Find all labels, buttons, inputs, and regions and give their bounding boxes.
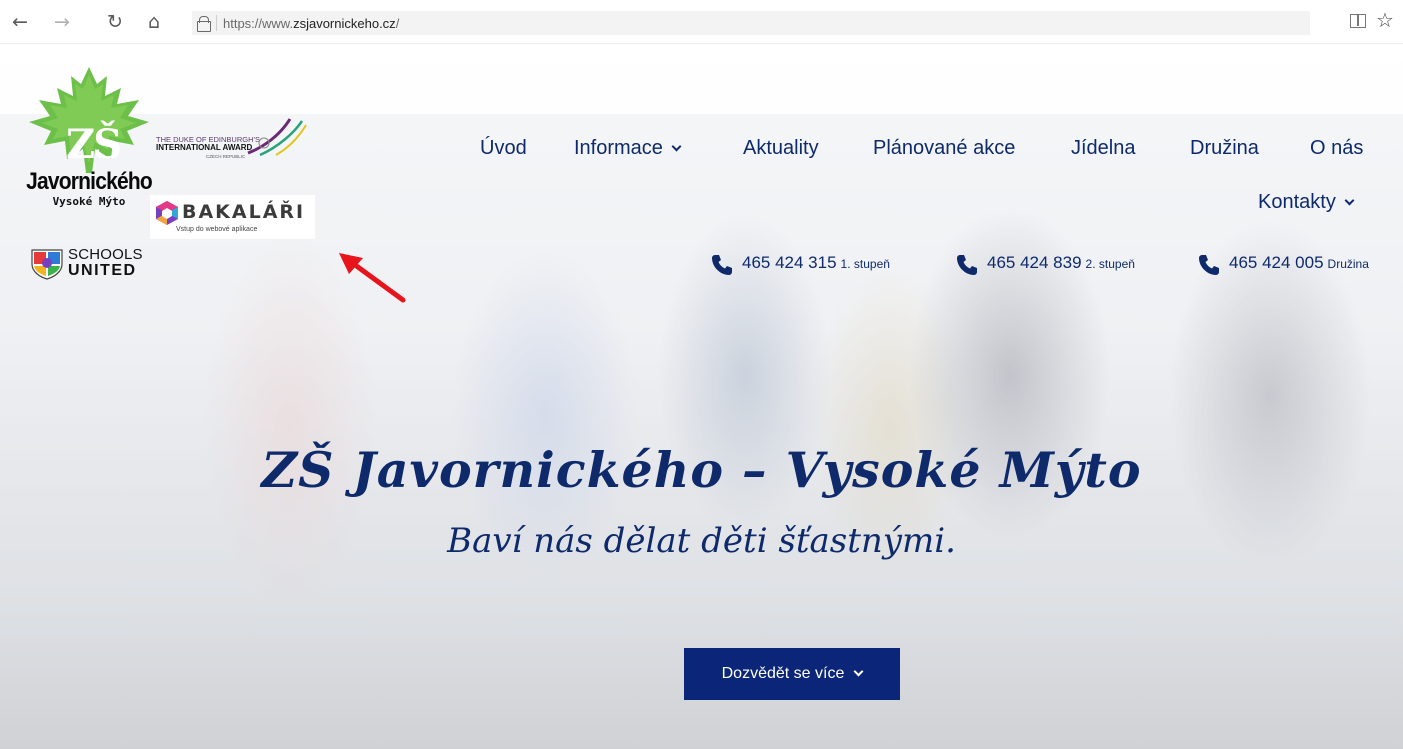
phone-contact-2[interactable]: 465 424 839 2. stupeň	[955, 253, 1135, 277]
chevron-down-icon	[671, 141, 682, 152]
lock-icon	[192, 11, 214, 35]
nav-planovane-akce[interactable]: Plánované akce	[873, 136, 1015, 160]
address-bar[interactable]: https://www.zsjavornickeho.cz/	[192, 11, 1310, 35]
phone-contact-3[interactable]: 465 424 005 Družina	[1197, 253, 1369, 277]
url-host: zsjavornickeho.cz	[293, 15, 396, 31]
address-divider	[216, 15, 217, 31]
nav-o-nas[interactable]: O nás	[1310, 136, 1363, 160]
phone-number: 465 424 005	[1229, 253, 1324, 272]
hero-title: ZŠ Javornického – Vysoké Mýto	[261, 441, 1142, 499]
learn-more-label: Dozvědět se více	[721, 665, 845, 682]
bakalari-name: BAKALÁŘI	[182, 201, 306, 223]
nav-uvod[interactable]: Úvod	[480, 136, 527, 160]
nav-informace-label: Informace	[574, 137, 663, 159]
nav-kontakty[interactable]: Kontakty	[1258, 190, 1355, 214]
bakalari-hexagon-icon	[156, 201, 178, 225]
url-suffix: /	[395, 15, 400, 31]
forward-icon[interactable]: →	[50, 10, 74, 34]
phone-label: 2. stupeň	[1085, 257, 1135, 271]
annotation-arrow-icon	[339, 253, 406, 303]
logo-initials: ZŠ	[66, 121, 122, 168]
phone-number: 465 424 839	[987, 253, 1082, 272]
bakalari-logo-link[interactable]: BAKALÁŘI Vstup do webové aplikace	[150, 195, 315, 239]
header-fade	[0, 44, 1403, 114]
duke-line-2: INTERNATIONAL AWARD	[156, 143, 253, 152]
url-prefix: https://www.	[223, 15, 294, 31]
learn-more-button[interactable]: Dozvědět se více	[684, 648, 900, 700]
reading-view-icon[interactable]	[1350, 14, 1366, 28]
phone-icon	[957, 255, 977, 275]
nav-jidelna[interactable]: Jídelna	[1071, 136, 1136, 160]
phone-icon	[712, 255, 732, 275]
duke-of-edinburgh-logo[interactable]: THE DUKE OF EDINBURGH'S INTERNATIONAL AW…	[156, 117, 316, 159]
favorite-star-icon[interactable]: ☆	[1376, 8, 1394, 32]
browser-toolbar: ← → ↻ ⌂ https://www.zsjavornickeho.cz/ ☆	[0, 0, 1403, 44]
phone-label: 1. stupeň	[840, 257, 890, 271]
chevron-down-icon	[853, 666, 864, 676]
schools-united-shield-icon	[31, 249, 63, 280]
schools-united-line-2: UNITED	[68, 262, 137, 279]
phone-number: 465 424 315	[742, 253, 837, 272]
schools-united-logo[interactable]: SCHOOLS UNITED	[30, 244, 155, 284]
bakalari-subtitle: Vstup do webové aplikace	[176, 226, 258, 233]
hero-subtitle: Baví nás dělat děti šťastnými.	[447, 521, 956, 561]
schools-united-line-1: SCHOOLS	[68, 246, 143, 263]
chevron-down-icon	[1344, 195, 1355, 206]
back-icon[interactable]: ←	[8, 10, 32, 34]
school-logo[interactable]: ZŠ Javornického Vysoké Mýto	[26, 67, 153, 213]
duke-swoosh-icon	[247, 118, 307, 157]
phone-contact-1[interactable]: 465 424 315 1. stupeň	[710, 253, 890, 277]
phone-label: Družina	[1327, 257, 1369, 271]
logo-town: Vysoké Mýto	[52, 195, 126, 208]
nav-informace[interactable]: Informace	[574, 136, 682, 160]
nav-druzina[interactable]: Družina	[1190, 136, 1259, 160]
logo-school-name: Javornického	[26, 168, 153, 195]
url-text: https://www.zsjavornickeho.cz/	[223, 16, 399, 31]
nav-aktuality[interactable]: Aktuality	[743, 136, 819, 160]
duke-line-3: CZECH REPUBLIC	[206, 154, 246, 159]
refresh-icon[interactable]: ↻	[103, 10, 127, 34]
home-icon[interactable]: ⌂	[142, 10, 166, 34]
phone-icon	[1199, 255, 1219, 275]
nav-kontakty-label: Kontakty	[1258, 191, 1336, 213]
